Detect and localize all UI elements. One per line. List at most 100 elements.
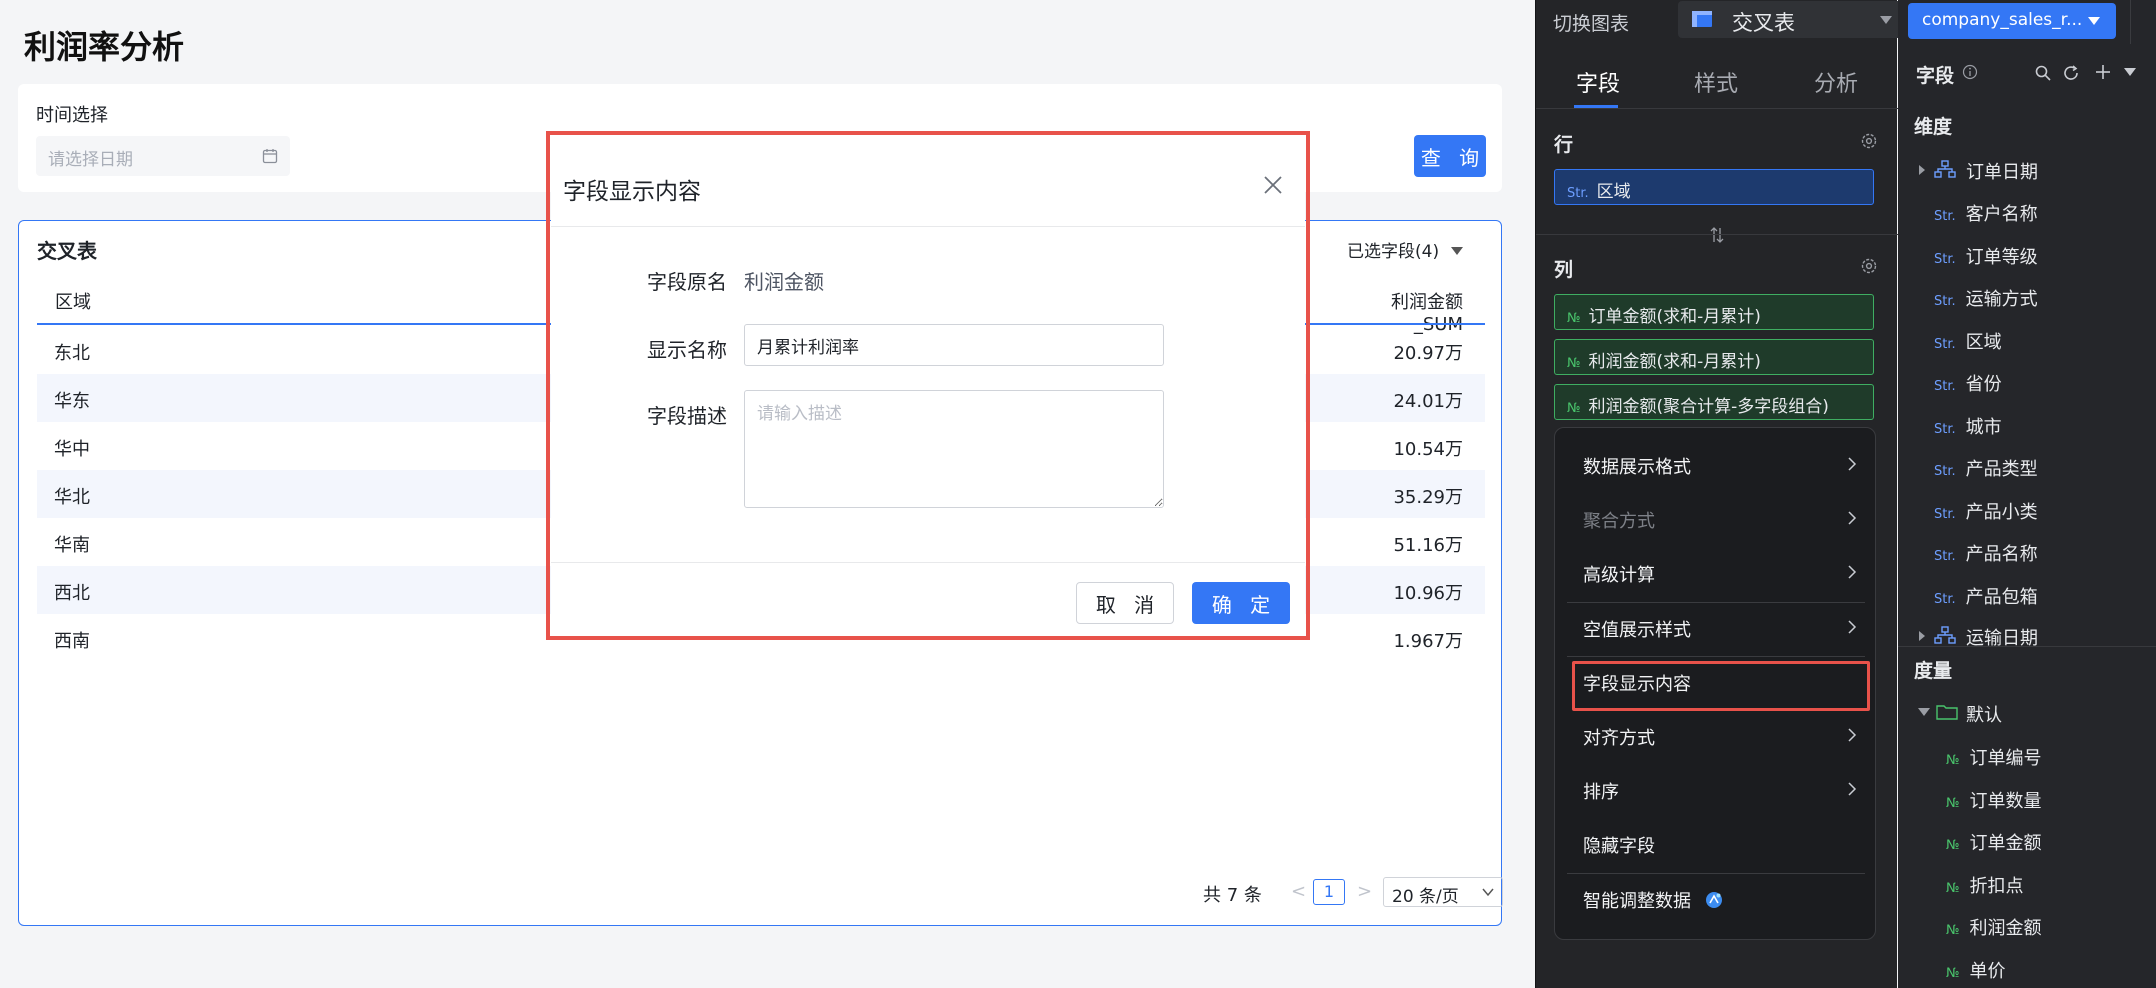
menu-item-label: 对齐方式 — [1583, 728, 1655, 749]
caret-down-icon — [1450, 247, 1463, 255]
refresh-icon[interactable] — [2062, 64, 2080, 82]
column-field-pill[interactable]: № 订单金额(求和-月累计) — [1554, 294, 1874, 330]
menu-item-alignment[interactable]: 对齐方式 — [1555, 714, 1875, 760]
modal-highlight-frame — [546, 131, 1310, 640]
menu-item-aggregation: 聚合方式 — [1555, 497, 1875, 543]
info-icon[interactable] — [1962, 64, 1978, 80]
field-name: 订单编号 — [1969, 748, 2042, 769]
cell-profit: 1.967万 — [1393, 631, 1463, 652]
caret-down-icon[interactable] — [2124, 68, 2136, 76]
measure-field-item[interactable]: № 利润金额 — [1946, 914, 2042, 940]
next-page-icon[interactable]: > — [1357, 881, 1372, 902]
swap-icon[interactable] — [1710, 226, 1724, 244]
dimension-field-item[interactable]: Str. 城市 — [1934, 413, 2002, 439]
column-field-pill[interactable]: № 利润金额(聚合计算-多字段组合) — [1554, 384, 1874, 420]
dimension-field-item[interactable]: Str. 订单等级 — [1934, 243, 2038, 269]
field-name: 省份 — [1965, 374, 2002, 395]
cell-profit: 10.54万 — [1393, 439, 1463, 460]
measure-field-item[interactable]: № 折扣点 — [1946, 872, 2024, 898]
string-type-tag: Str. — [1934, 294, 1956, 309]
dimension-field-item[interactable]: Str. 客户名称 — [1934, 200, 2038, 226]
dataset-select[interactable]: company_sales_r... — [1908, 3, 2116, 39]
caret-down-icon — [2088, 17, 2100, 25]
tab-style[interactable]: 样式 — [1694, 66, 1738, 98]
column-header-region[interactable]: 区域 — [55, 288, 91, 314]
page-number-current[interactable]: 1 — [1313, 879, 1345, 905]
string-type-tag: Str. — [1934, 337, 1956, 352]
prev-page-icon[interactable]: < — [1291, 881, 1306, 902]
date-picker[interactable]: 请选择日期 — [36, 136, 290, 176]
dimension-field-item[interactable]: Str. 产品类型 — [1934, 455, 2038, 481]
folder-icon — [1936, 705, 1958, 720]
menu-highlight-frame — [1572, 661, 1870, 711]
gear-icon[interactable] — [1860, 132, 1878, 150]
vertical-divider — [2130, 0, 2131, 44]
tab-fields[interactable]: 字段 — [1576, 66, 1620, 98]
field-name: 运输日期 — [1966, 628, 2038, 646]
column-field-pill[interactable]: № 利润金额(求和-月累计) — [1554, 339, 1874, 375]
field-name: 城市 — [1965, 417, 2002, 438]
dimension-field-item[interactable]: 运输日期 — [1966, 624, 2038, 646]
dimension-field-item[interactable]: 订单日期 — [1966, 158, 2038, 184]
menu-divider — [1567, 602, 1865, 603]
measure-divider — [1898, 646, 2156, 647]
menu-item-smart-adjust[interactable]: 智能调整数据 — [1555, 877, 1875, 923]
field-name: 产品名称 — [1965, 544, 2038, 565]
chart-type-select[interactable]: 交叉表 — [1678, 1, 1908, 38]
cell-profit: 24.01万 — [1393, 391, 1463, 412]
cell-region: 华东 — [54, 391, 90, 412]
measure-field-item[interactable]: № 单价 — [1946, 957, 2006, 983]
cell-region: 西北 — [54, 583, 90, 604]
measure-folder-default[interactable]: 默认 — [1966, 701, 2002, 727]
search-icon[interactable] — [2034, 64, 2052, 82]
measure-field-item[interactable]: № 订单编号 — [1946, 744, 2042, 770]
dimension-field-item[interactable]: Str. 产品名称 — [1934, 540, 2038, 566]
cell-region: 华南 — [54, 535, 90, 556]
chevron-right-icon — [1848, 457, 1857, 471]
dimension-field-item[interactable]: Str. 省份 — [1934, 370, 2002, 396]
menu-item-label: 排序 — [1583, 782, 1619, 803]
field-name: 客户名称 — [1965, 204, 2038, 225]
menu-item-label: 数据展示格式 — [1583, 457, 1691, 478]
dataset-name: company_sales_r... — [1922, 10, 2083, 30]
dimension-group-title: 维度 — [1914, 116, 1953, 138]
field-name: 订单等级 — [1965, 247, 2038, 268]
menu-divider — [1567, 873, 1865, 874]
row-field-pill[interactable]: Str. 区域 — [1554, 169, 1874, 205]
selected-fields-label: 已选字段(4) — [1347, 242, 1440, 262]
cell-region: 华中 — [54, 439, 90, 460]
menu-item-null-style[interactable]: 空值展示样式 — [1555, 606, 1875, 652]
string-type-tag: Str. — [1934, 592, 1956, 607]
expand-right-icon[interactable] — [1918, 630, 1926, 642]
string-type-tag: Str. — [1934, 209, 1956, 224]
menu-item-sort[interactable]: 排序 — [1555, 768, 1875, 814]
menu-item-data-format[interactable]: 数据展示格式 — [1555, 443, 1875, 489]
cell-region: 华北 — [54, 487, 90, 508]
menu-divider — [1567, 656, 1865, 657]
field-name: 单价 — [1969, 961, 2006, 982]
dimension-field-item[interactable]: Str. 产品包箱 — [1934, 583, 2038, 609]
dimension-field-item[interactable]: Str. 区域 — [1934, 328, 2002, 354]
chevron-right-icon — [1848, 565, 1857, 579]
tab-analysis[interactable]: 分析 — [1814, 66, 1858, 98]
caret-down-icon[interactable] — [1918, 708, 1930, 716]
field-context-menu: 数据展示格式 聚合方式 高级计算 空值展示样式 字段显示内容 对齐方式 排序 隐… — [1554, 427, 1876, 940]
plus-icon[interactable] — [2094, 63, 2112, 81]
query-button[interactable]: 查 询 — [1414, 135, 1486, 177]
field-name: 产品包箱 — [1965, 587, 2038, 608]
dimension-field-item[interactable]: Str. 运输方式 — [1934, 285, 2038, 311]
page-size-select[interactable]: 20 条/页 — [1383, 877, 1503, 907]
gear-icon[interactable] — [1860, 257, 1878, 275]
measure-field-item[interactable]: № 订单数量 — [1946, 787, 2042, 813]
dimension-field-item[interactable]: Str. 产品小类 — [1934, 498, 2038, 524]
menu-item-advanced-calc[interactable]: 高级计算 — [1555, 551, 1875, 597]
selected-fields-dropdown[interactable]: 已选字段(4) — [1347, 237, 1463, 262]
menu-item-label: 隐藏字段 — [1583, 836, 1655, 857]
switch-chart-label: 切换图表 — [1553, 13, 1630, 35]
menu-item-label: 高级计算 — [1583, 565, 1655, 586]
number-type-tag: № — [1567, 311, 1581, 326]
field-name: 产品小类 — [1965, 502, 2038, 523]
measure-field-item[interactable]: № 订单金额 — [1946, 829, 2042, 855]
menu-item-hide-field[interactable]: 隐藏字段 — [1555, 822, 1875, 868]
expand-right-icon[interactable] — [1918, 164, 1926, 176]
